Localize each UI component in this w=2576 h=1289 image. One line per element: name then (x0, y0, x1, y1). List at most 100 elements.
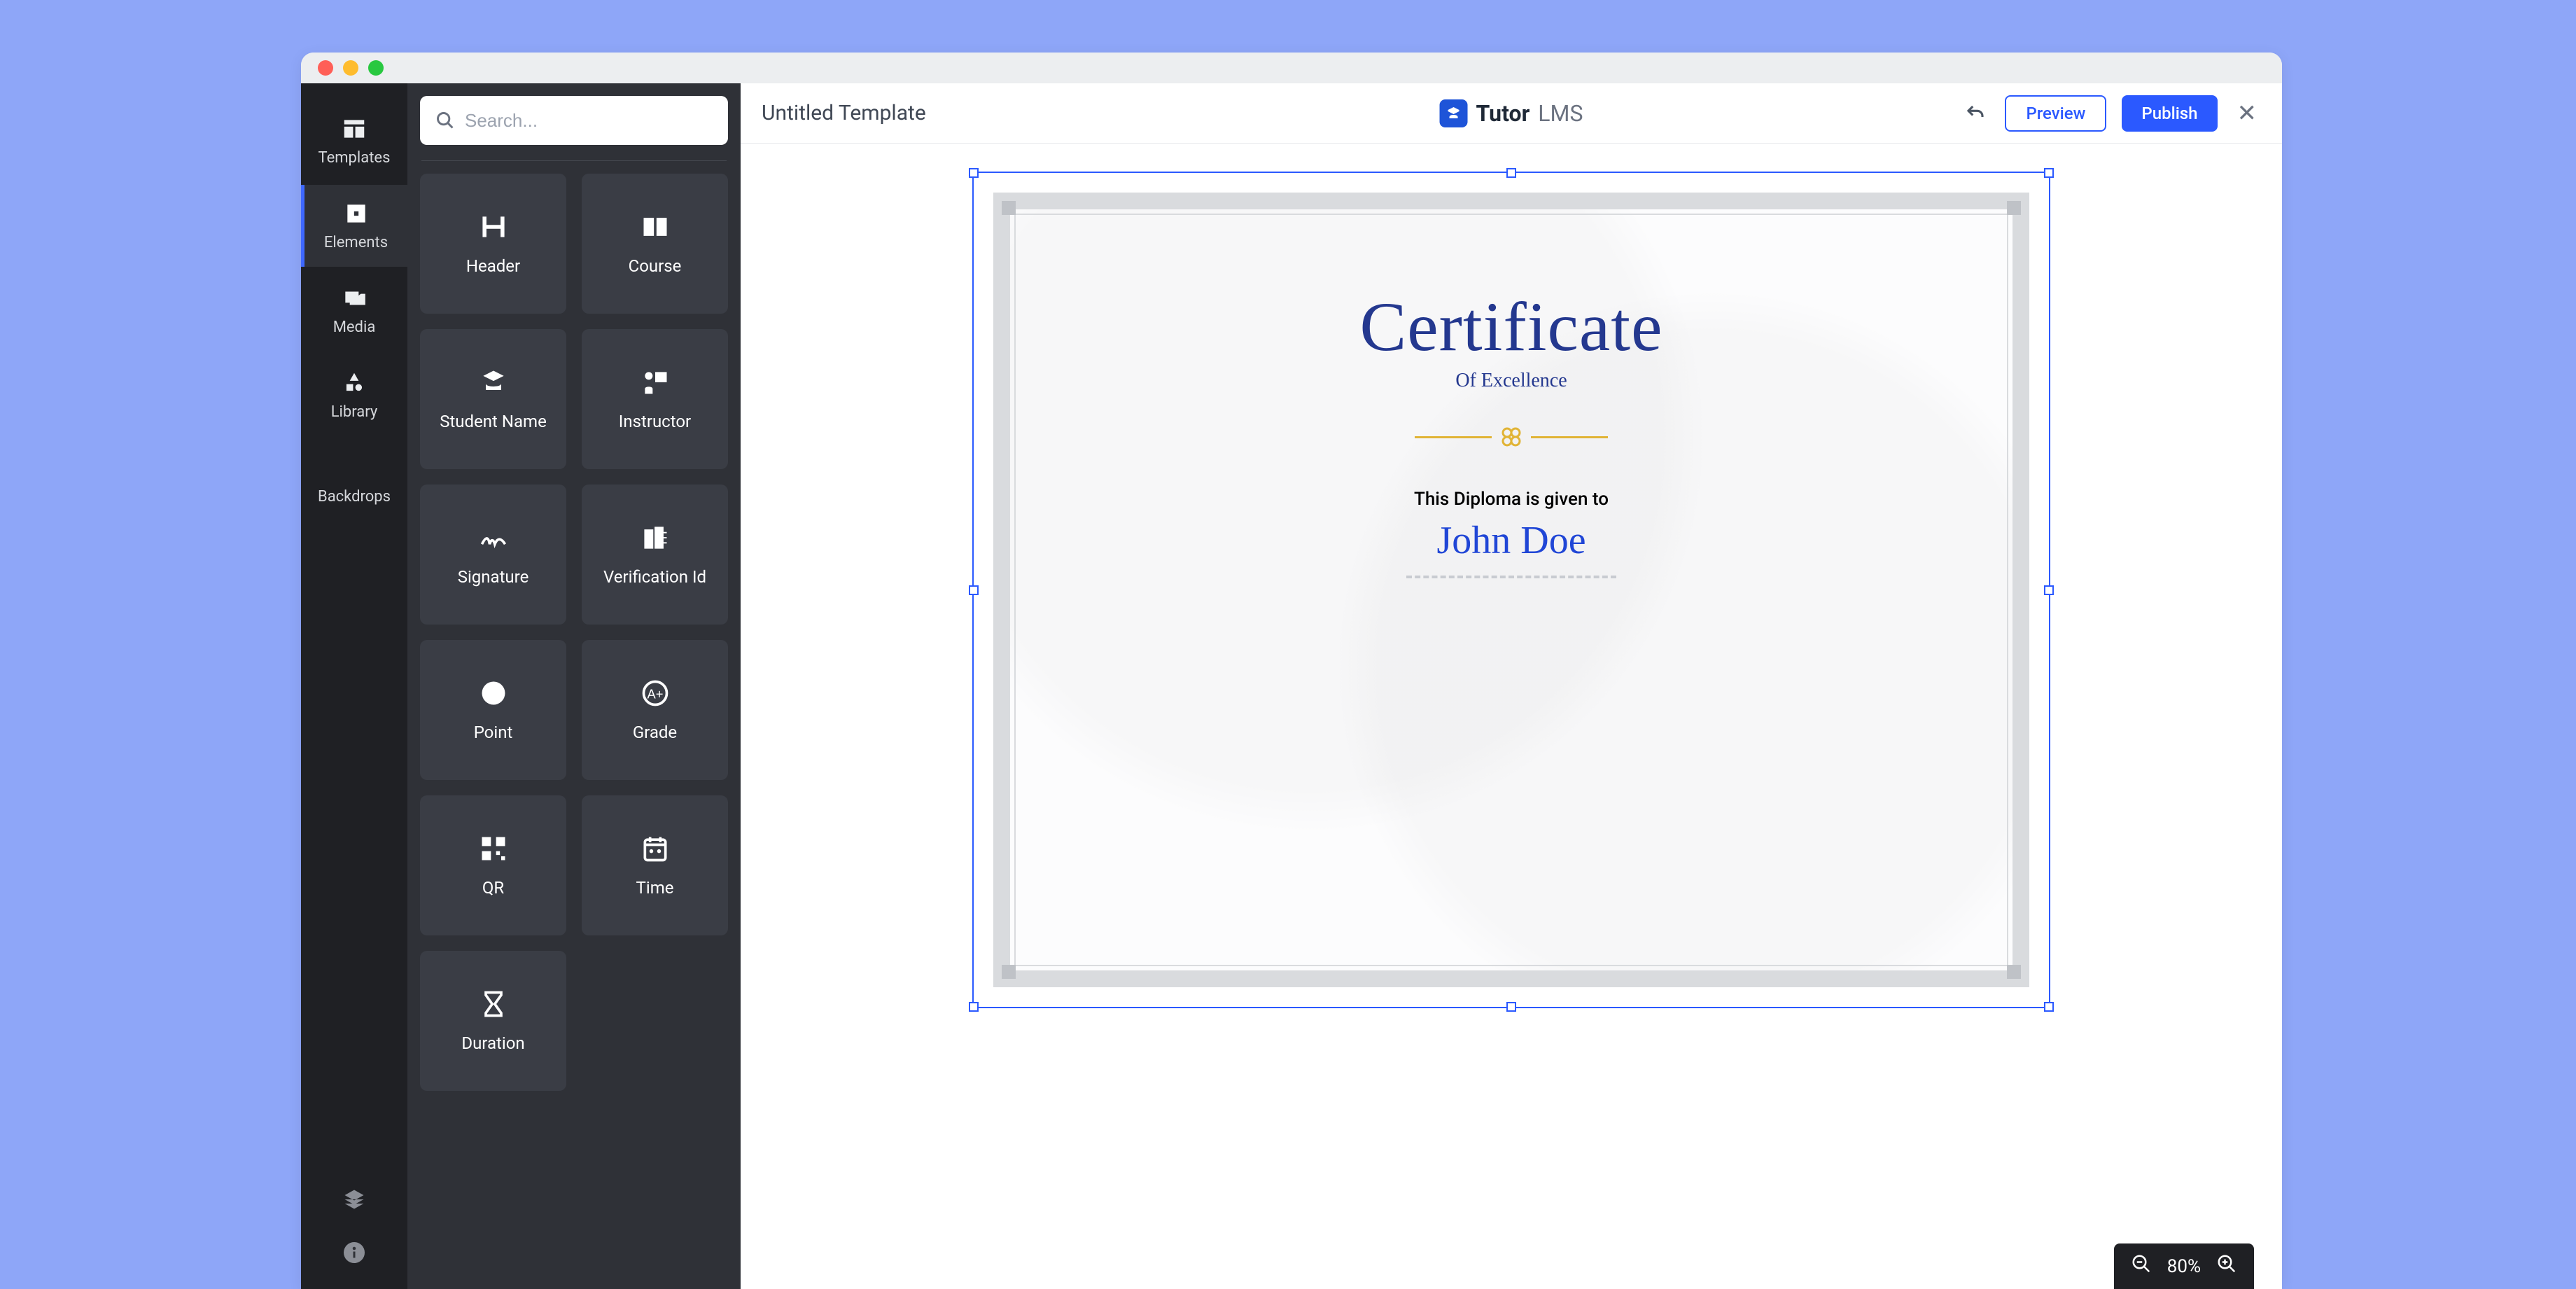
close-button[interactable]: ✕ (2233, 99, 2262, 127)
qr-icon (478, 833, 509, 864)
brand-name: Tutor (1476, 100, 1530, 127)
topbar: Untitled Template Tutor LMS Preview (741, 83, 2282, 144)
main-area: Untitled Template Tutor LMS Preview (741, 83, 2282, 1289)
nav-rail: Templates Elements Media Library Backdro… (301, 83, 407, 1289)
rail-elements[interactable]: Elements (301, 185, 407, 267)
close-icon[interactable] (318, 60, 333, 76)
resize-handle-ml[interactable] (969, 585, 979, 595)
element-header[interactable]: Header (420, 174, 566, 314)
element-label: Student Name (440, 412, 547, 431)
instructor-icon (640, 367, 671, 398)
resize-handle-tr[interactable] (2044, 168, 2054, 178)
zoom-in-button[interactable] (2216, 1253, 2237, 1279)
student-icon (478, 367, 509, 398)
element-time[interactable]: Time (582, 795, 728, 935)
rail-templates[interactable]: Templates (301, 100, 407, 182)
minimize-icon[interactable] (343, 60, 358, 76)
grade-icon: A+ (640, 678, 671, 709)
preview-button[interactable]: Preview (2005, 95, 2106, 132)
element-instructor[interactable]: Instructor (582, 329, 728, 469)
element-duration[interactable]: Duration (420, 951, 566, 1091)
zoom-in-icon (2216, 1253, 2237, 1274)
element-label: Course (629, 256, 682, 276)
element-label: Duration (461, 1033, 524, 1053)
publish-label: Publish (2141, 104, 2197, 123)
certificate-subtitle[interactable]: Of Excellence (1455, 370, 1567, 392)
element-grade[interactable]: A+ Grade (582, 640, 728, 780)
corner-ornament (2007, 965, 2021, 979)
rail-label: Library (331, 403, 378, 421)
duration-icon (478, 989, 509, 1019)
rail-backdrops[interactable]: Backdrops (301, 439, 407, 521)
signature-line (1406, 576, 1616, 578)
element-label: Time (636, 878, 674, 898)
signature-icon (478, 522, 509, 553)
element-student-name[interactable]: Student Name (420, 329, 566, 469)
artboard[interactable]: Certificate Of Excellence This Diploma i… (972, 172, 2050, 1008)
element-label: Verification Id (603, 567, 706, 587)
templates-icon (341, 116, 368, 142)
certificate-title[interactable]: Certificate (1360, 286, 1663, 367)
info-icon (342, 1240, 367, 1265)
publish-button[interactable]: Publish (2122, 95, 2217, 132)
search-input-wrap[interactable] (420, 96, 728, 145)
rail-media[interactable]: Media (301, 270, 407, 351)
collapse-panel-button[interactable] (732, 590, 741, 643)
knot-icon (1499, 424, 1524, 450)
canvas[interactable]: Certificate Of Excellence This Diploma i… (741, 144, 2282, 1289)
element-verification-id[interactable]: Verification Id (582, 485, 728, 625)
undo-icon (1965, 103, 1986, 124)
resize-handle-bm[interactable] (1506, 1002, 1516, 1012)
diploma-line[interactable]: This Diploma is given to (1414, 489, 1609, 510)
recipient-name[interactable]: John Doe (1436, 518, 1586, 563)
time-icon (640, 833, 671, 864)
resize-handle-tm[interactable] (1506, 168, 1516, 178)
element-label: QR (482, 878, 504, 898)
maximize-icon[interactable] (368, 60, 384, 76)
rail-label: Backdrops (318, 488, 391, 506)
brand: Tutor LMS (1440, 99, 1583, 127)
corner-ornament (2007, 201, 2021, 215)
library-icon (341, 370, 368, 396)
element-label: Point (474, 723, 513, 742)
resize-handle-bl[interactable] (969, 1002, 979, 1012)
element-point[interactable]: Point (420, 640, 566, 780)
element-label: Instructor (619, 412, 691, 431)
ornament-divider (1415, 424, 1608, 450)
point-icon (478, 678, 509, 709)
zoom-out-button[interactable] (2131, 1253, 2152, 1279)
zoom-toolbar: 80% (2114, 1243, 2254, 1289)
resize-handle-mr[interactable] (2044, 585, 2054, 595)
undo-button[interactable] (1961, 99, 1989, 127)
elements-icon (343, 200, 370, 227)
corner-ornament (1002, 965, 1016, 979)
preview-label: Preview (2026, 104, 2085, 123)
verification-icon (640, 522, 671, 553)
element-course[interactable]: Course (582, 174, 728, 314)
info-button[interactable] (342, 1240, 367, 1268)
corner-ornament (1002, 201, 1016, 215)
brand-logo-icon (1440, 99, 1468, 127)
element-label: Signature (458, 567, 529, 587)
brand-suffix: LMS (1538, 100, 1583, 127)
zoom-out-icon (2131, 1253, 2152, 1274)
element-label: Header (466, 256, 520, 276)
rail-label: Media (333, 319, 376, 336)
divider (421, 160, 727, 161)
layers-button[interactable] (342, 1187, 367, 1215)
search-icon (435, 111, 455, 130)
zoom-value[interactable]: 80% (2167, 1256, 2201, 1277)
resize-handle-br[interactable] (2044, 1002, 2054, 1012)
titlebar (301, 53, 2282, 83)
header-icon (478, 211, 509, 242)
svg-text:A+: A+ (647, 686, 663, 701)
element-qr[interactable]: QR (420, 795, 566, 935)
resize-handle-tl[interactable] (969, 168, 979, 178)
elements-panel: Header Course Student Name Instructor Signat… (407, 83, 741, 1289)
search-input[interactable] (465, 110, 713, 132)
element-signature[interactable]: Signature (420, 485, 566, 625)
element-label: Grade (633, 723, 677, 742)
rail-label: Templates (318, 149, 391, 167)
rail-library[interactable]: Library (301, 354, 407, 436)
document-title[interactable]: Untitled Template (762, 101, 926, 125)
